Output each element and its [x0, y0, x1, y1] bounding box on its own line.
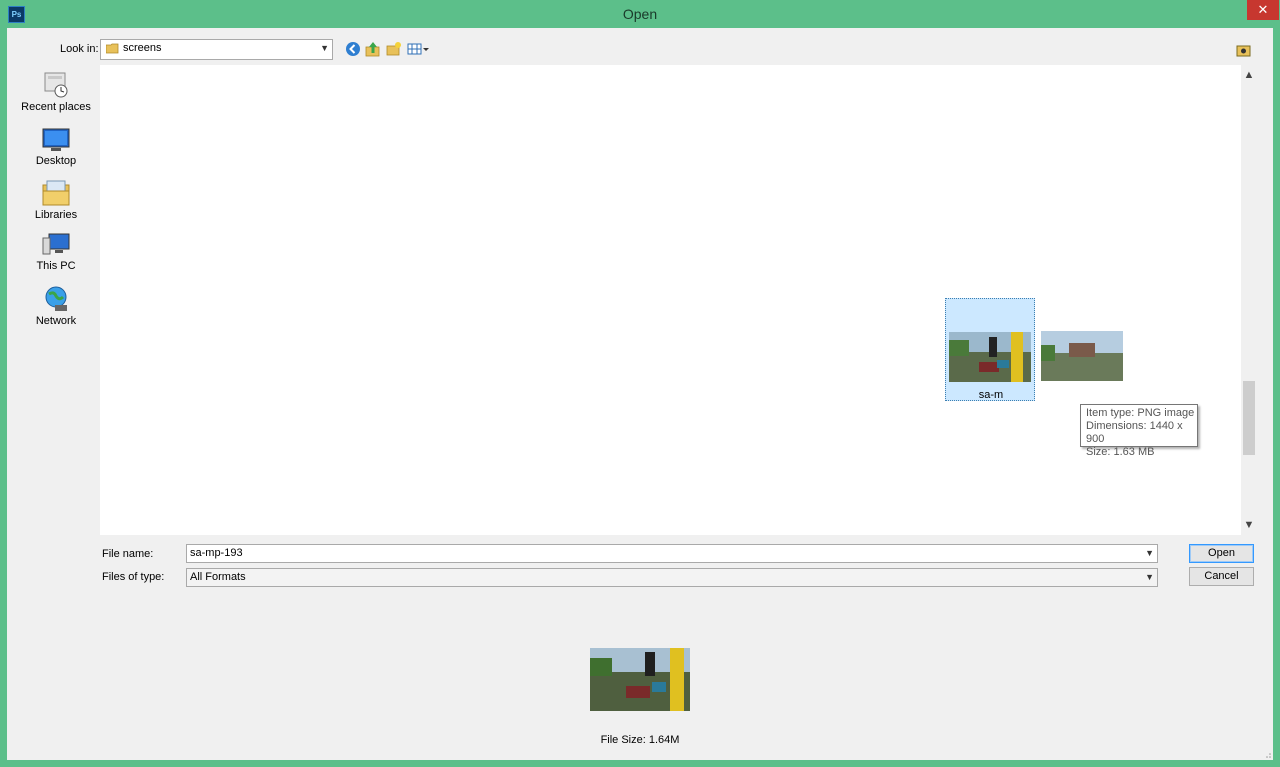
preview-toggle-icon[interactable] — [1236, 42, 1252, 58]
file-name-field[interactable]: sa-mp-193 ▼ — [186, 544, 1158, 563]
recent-places-icon — [44, 72, 68, 98]
place-label: This PC — [36, 260, 76, 272]
file-name-label: sa-m — [978, 389, 1004, 401]
place-libraries[interactable]: Libraries — [14, 179, 98, 221]
file-name-label: File name: — [102, 548, 154, 560]
image-thumbnail — [1041, 331, 1123, 381]
place-label: Network — [35, 315, 77, 327]
chevron-down-icon[interactable]: ▼ — [1145, 548, 1154, 558]
file-list-view[interactable]: sa-m Item type: PNG image Dimensions: 14… — [100, 65, 1241, 535]
open-dialog: Ps Open ✕ Look in: screens ▼ Recent plac… — [0, 0, 1280, 767]
up-folder-icon[interactable] — [365, 41, 381, 57]
place-recent-places[interactable]: Recent places — [14, 71, 98, 113]
scrollbar-thumb[interactable] — [1243, 381, 1255, 455]
folder-icon — [106, 43, 119, 54]
look-in-dropdown[interactable]: screens ▼ — [100, 39, 333, 60]
resize-grip-icon[interactable] — [1263, 750, 1271, 758]
chevron-up-icon[interactable]: ▲ — [1241, 67, 1257, 83]
look-in-label: Look in: — [60, 43, 99, 55]
places-bar: Recent places Desktop Libraries This PC … — [14, 65, 104, 585]
vertical-scrollbar[interactable]: ▲ ▼ — [1241, 65, 1257, 535]
chevron-down-icon[interactable]: ▼ — [1145, 572, 1154, 582]
dialog-client-area: Look in: screens ▼ Recent places Desktop… — [7, 28, 1273, 760]
place-label: Desktop — [35, 155, 77, 167]
chevron-down-icon[interactable]: ▼ — [320, 43, 329, 53]
new-folder-icon[interactable] — [386, 41, 402, 57]
cancel-button[interactable]: Cancel — [1189, 567, 1254, 586]
this-pc-icon — [42, 233, 70, 255]
file-size-label: File Size: 1.64M — [600, 734, 680, 746]
file-item[interactable] — [1038, 298, 1128, 401]
image-preview — [590, 648, 690, 711]
files-of-type-label: Files of type: — [102, 571, 165, 583]
place-label: Libraries — [34, 209, 78, 221]
place-desktop[interactable]: Desktop — [14, 127, 98, 167]
item-info-tooltip: Item type: PNG image Dimensions: 1440 x … — [1080, 404, 1198, 458]
desktop-icon — [42, 128, 70, 151]
files-of-type-dropdown[interactable]: All Formats ▼ — [186, 568, 1158, 587]
tooltip-dimensions: Dimensions: 1440 x 900 — [1086, 420, 1183, 445]
place-label: Recent places — [21, 101, 91, 113]
back-icon[interactable] — [345, 41, 361, 57]
look-in-value: screens — [123, 42, 162, 54]
window-title: Open — [622, 6, 658, 22]
image-thumbnail — [949, 332, 1031, 382]
tooltip-size: Size: 1.63 MB — [1086, 446, 1155, 458]
close-button[interactable]: ✕ — [1247, 0, 1279, 20]
open-button[interactable]: Open — [1189, 544, 1254, 563]
view-menu-icon[interactable] — [407, 41, 431, 57]
place-this-pc[interactable]: This PC — [14, 232, 98, 272]
file-name-value: sa-mp-193 — [190, 547, 243, 559]
title-bar[interactable]: Ps Open ✕ — [0, 0, 1280, 28]
place-network[interactable]: Network — [14, 285, 98, 327]
libraries-icon — [42, 180, 70, 206]
files-of-type-value: All Formats — [190, 571, 246, 583]
network-icon — [45, 286, 67, 311]
file-item-selected[interactable]: sa-m — [945, 298, 1035, 401]
tooltip-item-type: Item type: PNG image — [1086, 407, 1195, 419]
chevron-down-icon[interactable]: ▼ — [1241, 517, 1257, 533]
